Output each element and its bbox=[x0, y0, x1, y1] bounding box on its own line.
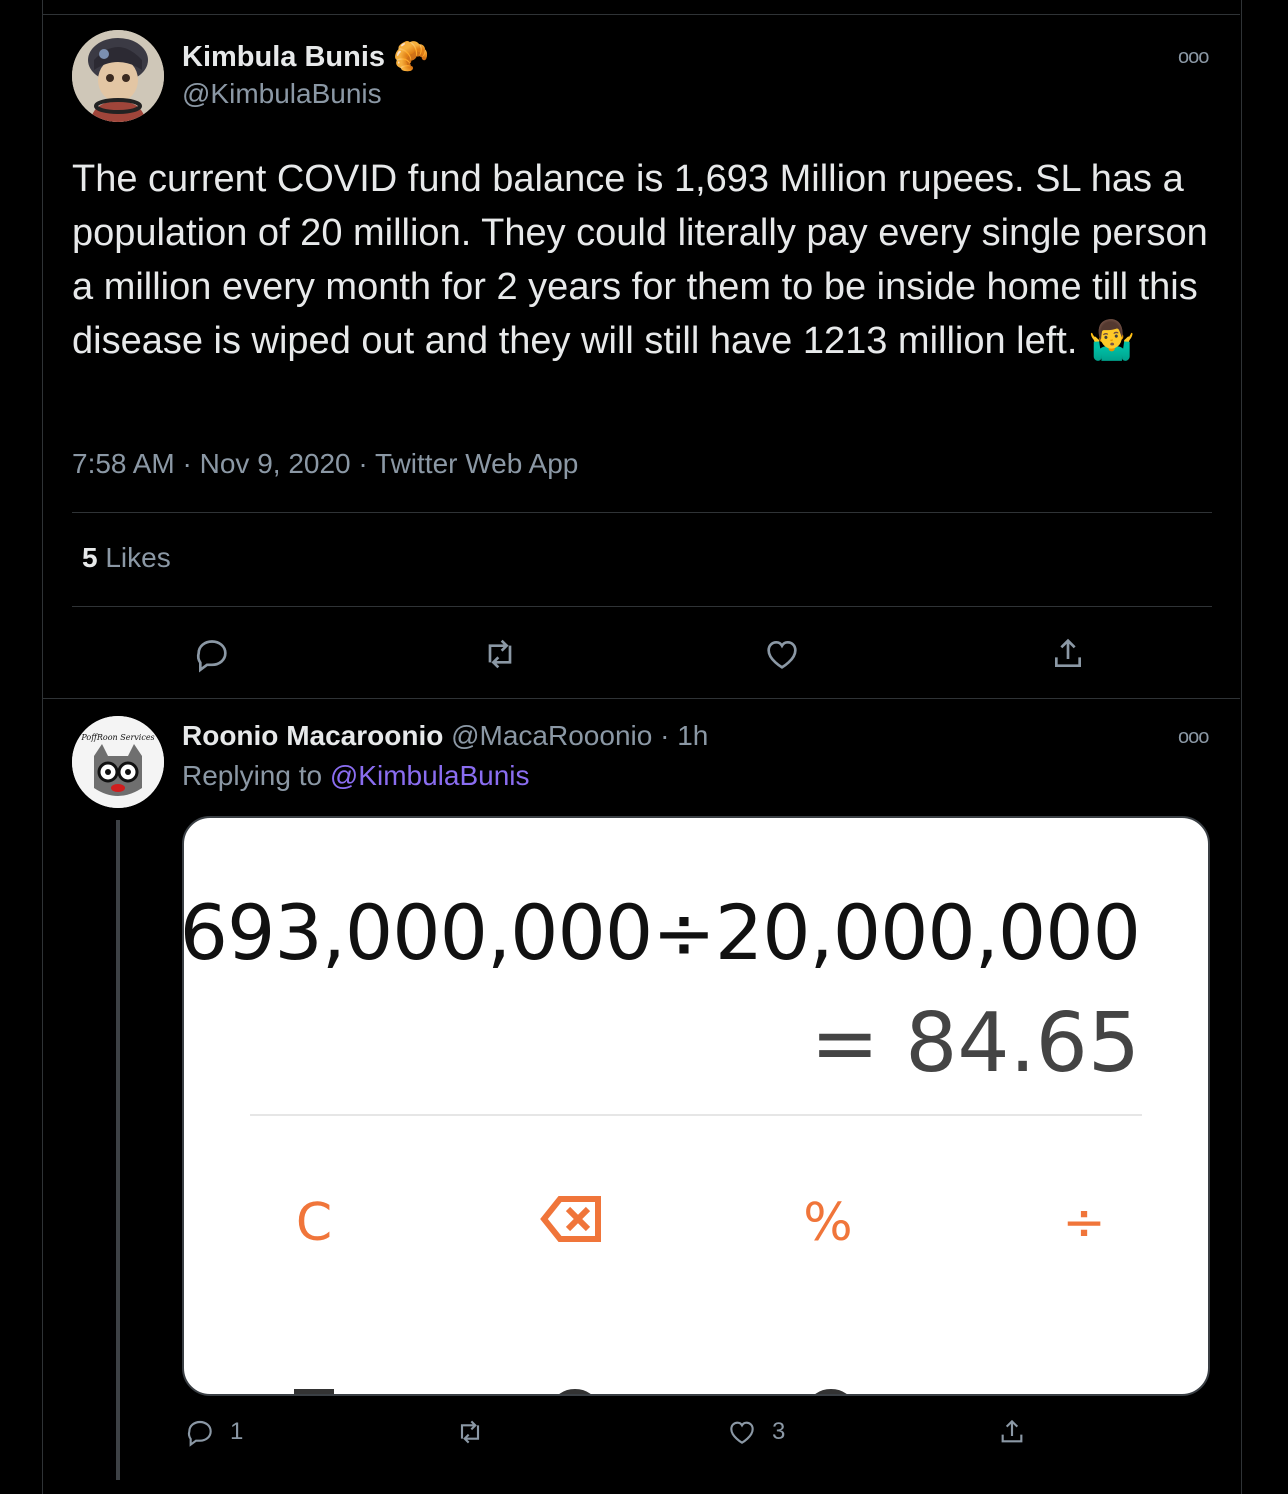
author-name-text: Kimbula Bunis bbox=[182, 41, 386, 73]
reply-more-options-icon[interactable]: ooo bbox=[1178, 726, 1209, 749]
likes-stat[interactable]: 5 Likes bbox=[82, 542, 171, 574]
replying-to-link[interactable]: @KimbulaBunis bbox=[330, 760, 530, 791]
replying-to: Replying to @KimbulaBunis bbox=[182, 760, 530, 792]
calc-result: = 84.65 bbox=[810, 996, 1140, 1091]
likes-count: 5 bbox=[82, 542, 98, 573]
like-icon[interactable] bbox=[762, 634, 802, 674]
croissant-icon: 🥐 bbox=[393, 41, 430, 73]
thread-line bbox=[116, 820, 120, 1480]
divider bbox=[42, 698, 1240, 699]
partial-key-9 bbox=[815, 1389, 847, 1394]
reply-time[interactable]: 1h bbox=[677, 720, 708, 751]
calc-expression: 1,693,000,000÷20,000,000 bbox=[182, 888, 1141, 977]
divider bbox=[42, 14, 1240, 15]
tweet-time[interactable]: 7:58 AM bbox=[72, 448, 175, 479]
divider bbox=[72, 512, 1212, 513]
separator: · bbox=[182, 448, 200, 479]
share-icon bbox=[1001, 1419, 1023, 1443]
avatar-image bbox=[72, 30, 164, 122]
partial-key-8 bbox=[559, 1389, 591, 1394]
separator: · bbox=[358, 448, 376, 479]
retweet-icon bbox=[460, 1420, 480, 1444]
reply-header: Roonio Macaroonio @MacaRooonio · 1h bbox=[182, 720, 708, 752]
reply-avatar-image: PoffRoon Services bbox=[72, 716, 164, 808]
backspace-icon bbox=[532, 1193, 612, 1258]
reply-retweet-button[interactable] bbox=[454, 1416, 486, 1448]
reply-reply-button[interactable]: 1 bbox=[184, 1416, 243, 1448]
reply-share-button[interactable] bbox=[996, 1416, 1028, 1448]
reply-count: 1 bbox=[230, 1418, 244, 1445]
author-handle[interactable]: @KimbulaBunis bbox=[182, 78, 382, 110]
share-icon[interactable] bbox=[1048, 634, 1088, 674]
tweet-text: The current COVID fund balance is 1,693 … bbox=[72, 158, 1208, 362]
reply-icon bbox=[187, 1420, 212, 1447]
calculator-screenshot[interactable]: 1,693,000,000÷20,000,000 = 84.65 C % ÷ bbox=[182, 816, 1210, 1396]
divide-key: ÷ bbox=[1062, 1193, 1106, 1253]
reply-like-button[interactable]: 3 bbox=[726, 1416, 785, 1448]
replying-label: Replying to bbox=[182, 760, 323, 791]
tweet-meta: 7:58 AM · Nov 9, 2020 · Twitter Web App bbox=[72, 448, 578, 480]
reply-author-handle[interactable]: @MacaRooonio bbox=[451, 720, 652, 751]
like-icon bbox=[730, 1421, 754, 1444]
divider bbox=[72, 606, 1212, 607]
retweet-icon[interactable] bbox=[480, 634, 520, 674]
svg-text:PoffRoon Services: PoffRoon Services bbox=[80, 733, 154, 742]
clear-key: C bbox=[295, 1193, 333, 1253]
partial-key-7 bbox=[294, 1389, 334, 1394]
separator: · bbox=[660, 720, 678, 751]
percent-key: % bbox=[803, 1193, 853, 1253]
tweet-source[interactable]: Twitter Web App bbox=[375, 448, 578, 479]
reply-icon[interactable] bbox=[192, 634, 232, 674]
more-options-icon[interactable]: ooo bbox=[1178, 46, 1209, 69]
reply-author-name[interactable]: Roonio Macaroonio bbox=[182, 720, 443, 751]
like-count: 3 bbox=[772, 1418, 786, 1445]
author-name[interactable]: Kimbula Bunis 🥐 bbox=[182, 40, 429, 74]
likes-label: Likes bbox=[105, 542, 171, 573]
avatar[interactable] bbox=[72, 30, 164, 122]
calc-divider bbox=[250, 1114, 1142, 1116]
reply-avatar[interactable]: PoffRoon Services bbox=[72, 716, 164, 808]
tweet-date[interactable]: Nov 9, 2020 bbox=[200, 448, 351, 479]
